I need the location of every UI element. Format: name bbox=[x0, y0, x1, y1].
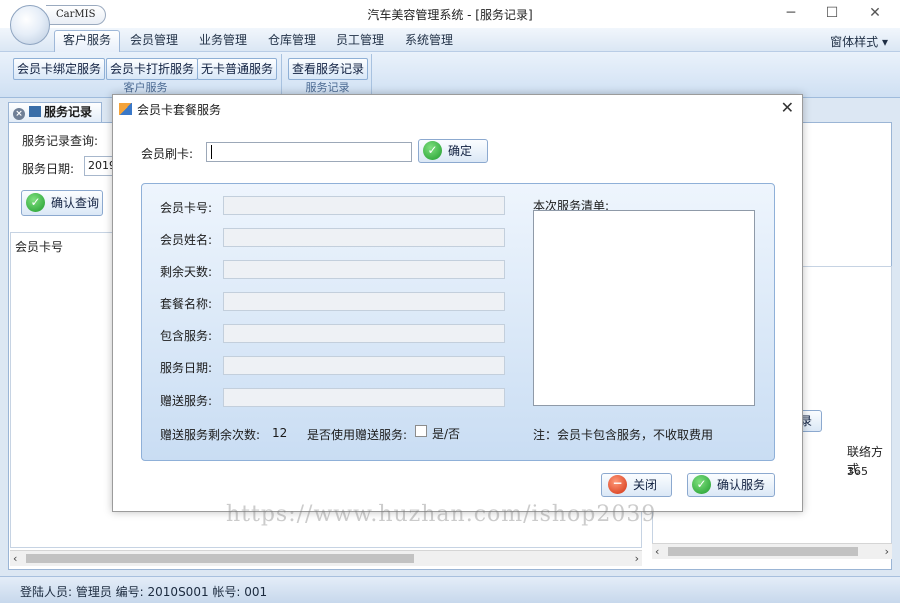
card-swipe-label: 会员刷卡: bbox=[141, 147, 194, 161]
confirm-query-button[interactable]: ✓ 确认查询 bbox=[21, 190, 103, 216]
close-icon[interactable]: ✕ bbox=[860, 3, 890, 23]
dialog-title: 会员卡套餐服务 bbox=[137, 103, 222, 117]
ribbon-group-label: 服务记录 bbox=[305, 81, 350, 94]
menu-warehouse-management[interactable]: 仓库管理 bbox=[260, 31, 324, 50]
ribbon-group-service-records: 查看服务记录 服务记录 bbox=[284, 54, 372, 96]
check-icon: ✓ bbox=[423, 141, 442, 160]
menu-customer-service[interactable]: 客户服务 bbox=[54, 30, 121, 52]
window-title: 汽车美容管理系统 - [服务记录] bbox=[367, 8, 533, 22]
scroll-left-icon[interactable]: ‹ bbox=[655, 544, 659, 559]
scroll-thumb[interactable] bbox=[26, 554, 414, 563]
app-orb-button[interactable] bbox=[10, 5, 50, 45]
title-bar: CarMIS 汽车美容管理系统 - [服务记录] ─ ☐ ✕ bbox=[0, 0, 900, 28]
menu-member-management[interactable]: 会员管理 bbox=[122, 31, 186, 50]
bind-card-service-button[interactable]: 会员卡绑定服务 bbox=[13, 58, 106, 80]
menu-staff-management[interactable]: 员工管理 bbox=[328, 31, 392, 50]
field-label-member-name: 会员姓名: bbox=[160, 233, 213, 247]
field-label-service-date: 服务日期: bbox=[160, 361, 213, 375]
text-caret bbox=[211, 145, 212, 159]
confirm-card-label: 确定 bbox=[448, 144, 473, 158]
left-horizontal-scrollbar[interactable]: ‹ › bbox=[10, 550, 642, 566]
grid-icon bbox=[29, 106, 41, 117]
field-label-gift-service: 赠送服务: bbox=[160, 394, 213, 408]
dialog-app-icon bbox=[119, 103, 132, 115]
close-dialog-label: 关闭 bbox=[633, 478, 658, 492]
package-name-field bbox=[223, 292, 505, 311]
ribbon: 会员卡绑定服务 会员卡打折服务 无卡普通服务 客户服务 查看服务记录 服务记录 bbox=[0, 52, 900, 98]
grid-cell-contact: 365 bbox=[847, 465, 868, 478]
query-label: 服务记录查询: bbox=[22, 134, 99, 148]
menu-business-management[interactable]: 业务管理 bbox=[191, 31, 255, 50]
watermark-text: https://www.huzhan.com/ishop2039 bbox=[226, 502, 657, 527]
check-icon: ✓ bbox=[692, 475, 711, 494]
discount-card-service-button[interactable]: 会员卡打折服务 bbox=[106, 58, 199, 80]
service-list-box[interactable] bbox=[533, 210, 755, 406]
scroll-right-icon[interactable]: › bbox=[885, 544, 889, 559]
field-label-included-services: 包含服务: bbox=[160, 329, 213, 343]
right-horizontal-scrollbar[interactable]: ‹ › bbox=[652, 543, 892, 559]
ribbon-group-label: 客户服务 bbox=[123, 81, 168, 94]
confirm-query-label: 确认查询 bbox=[51, 196, 100, 210]
close-tab-icon[interactable]: × bbox=[13, 108, 25, 120]
window-style-menu[interactable]: 窗体样式 ▾ bbox=[830, 33, 888, 50]
member-name-field bbox=[223, 228, 505, 247]
use-gift-option-label: 是/否 bbox=[432, 427, 461, 441]
gift-remaining-value: 12 bbox=[272, 426, 288, 440]
gift-remaining-label: 赠送服务剩余次数: bbox=[160, 428, 261, 442]
status-bar: 登陆人员: 管理员 编号: 2010S001 帐号: 001 bbox=[0, 576, 900, 603]
status-login-info: 登陆人员: 管理员 编号: 2010S001 帐号: 001 bbox=[20, 585, 268, 599]
document-tab-label: 服务记录 bbox=[44, 105, 93, 119]
confirm-card-button[interactable]: ✓ 确定 bbox=[418, 139, 488, 163]
maximize-icon[interactable]: ☐ bbox=[817, 3, 847, 23]
remaining-days-field bbox=[223, 260, 505, 279]
included-services-field bbox=[223, 324, 505, 343]
menu-system-management[interactable]: 系统管理 bbox=[397, 31, 461, 50]
check-icon: ✓ bbox=[26, 193, 45, 212]
service-date-field bbox=[223, 356, 505, 375]
view-service-records-button[interactable]: 查看服务记录 bbox=[288, 58, 369, 80]
grid-header-card-number: 会员卡号 bbox=[15, 240, 64, 254]
confirm-service-label: 确认服务 bbox=[717, 478, 766, 492]
document-tab-service-records[interactable]: × 服务记录 bbox=[8, 102, 102, 122]
scroll-thumb[interactable] bbox=[668, 547, 858, 556]
date-label: 服务日期: bbox=[22, 162, 75, 176]
dialog-close-icon[interactable]: ✕ bbox=[781, 98, 794, 117]
scroll-left-icon[interactable]: ‹ bbox=[13, 551, 17, 566]
close-dialog-button[interactable]: − 关闭 bbox=[601, 473, 672, 497]
card-swipe-input[interactable] bbox=[206, 142, 412, 162]
field-label-package-name: 套餐名称: bbox=[160, 297, 213, 311]
ribbon-group-customer-service: 会员卡绑定服务 会员卡打折服务 无卡普通服务 客户服务 bbox=[10, 54, 282, 96]
use-gift-label: 是否使用赠送服务: bbox=[307, 428, 408, 442]
confirm-service-button[interactable]: ✓ 确认服务 bbox=[687, 473, 775, 497]
field-label-remaining-days: 剩余天数: bbox=[160, 265, 213, 279]
service-date-input[interactable]: 2019 bbox=[84, 156, 116, 176]
scroll-right-icon[interactable]: › bbox=[635, 551, 639, 566]
close-circle-icon: − bbox=[608, 475, 627, 494]
use-gift-checkbox[interactable] bbox=[415, 425, 427, 437]
no-card-service-button[interactable]: 无卡普通服务 bbox=[197, 58, 278, 80]
card-number-field bbox=[223, 196, 505, 215]
field-label-card-number: 会员卡号: bbox=[160, 201, 213, 215]
minimize-icon[interactable]: ─ bbox=[776, 3, 806, 23]
free-service-note: 注：会员卡包含服务，不收取费用 bbox=[533, 428, 714, 442]
dialog-title-bar: 会员卡套餐服务 ✕ bbox=[113, 95, 802, 123]
gift-service-field bbox=[223, 388, 505, 407]
menu-bar: 客户服务 会员管理 业务管理 仓库管理 员工管理 系统管理 窗体样式 ▾ bbox=[0, 28, 900, 52]
